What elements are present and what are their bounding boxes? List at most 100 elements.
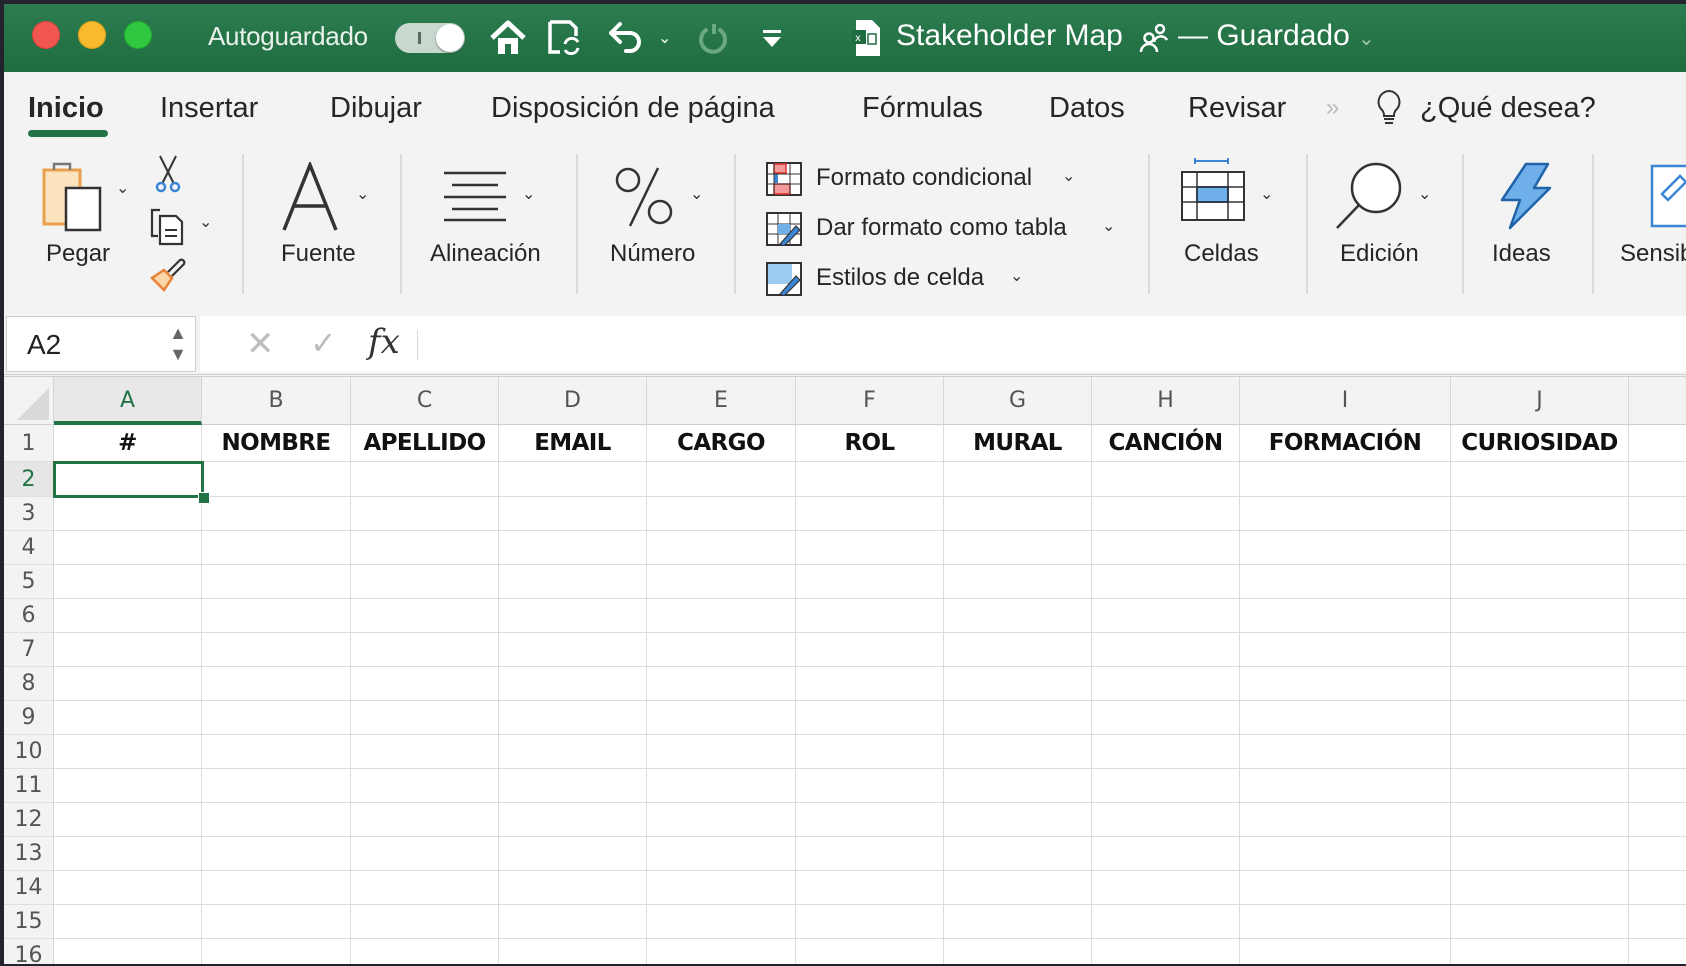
cells-dropdown-icon[interactable]: ⌄ [1260, 184, 1273, 204]
cell-b12[interactable] [202, 803, 351, 837]
select-all-button[interactable] [4, 377, 54, 425]
cell-j3[interactable] [1451, 497, 1629, 531]
insert-function-icon[interactable]: fx [368, 322, 400, 362]
cell-c12[interactable] [351, 803, 499, 837]
cell-h2[interactable] [1092, 462, 1240, 497]
cell-h9[interactable] [1092, 701, 1240, 735]
row-header-6[interactable]: 6 [4, 599, 54, 633]
cell-j14[interactable] [1451, 871, 1629, 905]
cell-h12[interactable] [1092, 803, 1240, 837]
autosave-toggle[interactable] [395, 23, 465, 53]
row-header-3[interactable]: 3 [4, 497, 54, 531]
enter-check-icon[interactable]: ✓ [310, 324, 337, 362]
cell-k4[interactable] [1629, 531, 1686, 565]
cell-e11[interactable] [647, 769, 796, 803]
tab-revisar[interactable]: Revisar [1188, 92, 1286, 125]
cell-k13[interactable] [1629, 837, 1686, 871]
cell-j6[interactable] [1451, 599, 1629, 633]
row-header-14[interactable]: 14 [4, 871, 54, 905]
cell-g13[interactable] [944, 837, 1092, 871]
cell-a12[interactable] [54, 803, 202, 837]
cell-i15[interactable] [1240, 905, 1451, 939]
cancel-icon[interactable]: ✕ [246, 324, 275, 364]
cell-h7[interactable] [1092, 633, 1240, 667]
cell-a9[interactable] [54, 701, 202, 735]
column-header-i[interactable]: I [1240, 377, 1451, 425]
cell-c10[interactable] [351, 735, 499, 769]
row-header-9[interactable]: 9 [4, 701, 54, 735]
cell-e15[interactable] [647, 905, 796, 939]
close-window-button[interactable] [32, 21, 60, 49]
cell-k5[interactable] [1629, 565, 1686, 599]
cell-b1[interactable]: NOMBRE [202, 425, 351, 462]
cell-h1[interactable]: CANCIÓN [1092, 425, 1240, 462]
cell-e7[interactable] [647, 633, 796, 667]
cell-i3[interactable] [1240, 497, 1451, 531]
cell-j13[interactable] [1451, 837, 1629, 871]
cell-f2[interactable] [796, 462, 944, 497]
cell-b11[interactable] [202, 769, 351, 803]
cell-b9[interactable] [202, 701, 351, 735]
cell-k7[interactable] [1629, 633, 1686, 667]
cell-b3[interactable] [202, 497, 351, 531]
cell-e3[interactable] [647, 497, 796, 531]
cell-i16[interactable] [1240, 939, 1451, 964]
row-header-4[interactable]: 4 [4, 531, 54, 565]
cell-d13[interactable] [499, 837, 647, 871]
cell-i5[interactable] [1240, 565, 1451, 599]
cell-h4[interactable] [1092, 531, 1240, 565]
cell-a5[interactable] [54, 565, 202, 599]
cell-f11[interactable] [796, 769, 944, 803]
column-header-j[interactable]: J [1451, 377, 1629, 425]
copy-icon[interactable] [148, 206, 188, 246]
cell-c15[interactable] [351, 905, 499, 939]
cell-e13[interactable] [647, 837, 796, 871]
cell-j9[interactable] [1451, 701, 1629, 735]
cell-f16[interactable] [796, 939, 944, 964]
tab-disposicion-de-pagina[interactable]: Disposición de página [491, 92, 775, 125]
cell-h3[interactable] [1092, 497, 1240, 531]
row-header-12[interactable]: 12 [4, 803, 54, 837]
name-box[interactable]: A2 ▲ ▼ [6, 316, 196, 372]
column-header-next[interactable] [1629, 377, 1686, 425]
cell-f5[interactable] [796, 565, 944, 599]
cell-a7[interactable] [54, 633, 202, 667]
cell-b5[interactable] [202, 565, 351, 599]
font-dropdown-icon[interactable]: ⌄ [356, 184, 369, 204]
cell-c16[interactable] [351, 939, 499, 964]
cell-c3[interactable] [351, 497, 499, 531]
cell-d4[interactable] [499, 531, 647, 565]
cell-g8[interactable] [944, 667, 1092, 701]
cell-g11[interactable] [944, 769, 1092, 803]
cell-k11[interactable] [1629, 769, 1686, 803]
cell-d5[interactable] [499, 565, 647, 599]
cell-e2[interactable] [647, 462, 796, 497]
cell-a8[interactable] [54, 667, 202, 701]
column-header-b[interactable]: B [202, 377, 351, 425]
format-painter-icon[interactable] [150, 254, 190, 294]
fill-handle[interactable] [198, 492, 210, 504]
cell-h16[interactable] [1092, 939, 1240, 964]
cell-d12[interactable] [499, 803, 647, 837]
cell-j2[interactable] [1451, 462, 1629, 497]
cut-icon[interactable] [154, 154, 182, 194]
home-icon[interactable] [488, 18, 528, 58]
cell-e9[interactable] [647, 701, 796, 735]
cell-j4[interactable] [1451, 531, 1629, 565]
cell-d11[interactable] [499, 769, 647, 803]
cell-g9[interactable] [944, 701, 1092, 735]
cell-a13[interactable] [54, 837, 202, 871]
cell-k6[interactable] [1629, 599, 1686, 633]
cell-h10[interactable] [1092, 735, 1240, 769]
cell-e1[interactable]: CARGO [647, 425, 796, 462]
cell-g12[interactable] [944, 803, 1092, 837]
cell-d3[interactable] [499, 497, 647, 531]
cell-d14[interactable] [499, 871, 647, 905]
cell-b6[interactable] [202, 599, 351, 633]
cell-b13[interactable] [202, 837, 351, 871]
cell-a1[interactable]: # [54, 425, 202, 462]
cell-d15[interactable] [499, 905, 647, 939]
number-dropdown-icon[interactable]: ⌄ [690, 184, 703, 204]
cell-c7[interactable] [351, 633, 499, 667]
cell-c5[interactable] [351, 565, 499, 599]
